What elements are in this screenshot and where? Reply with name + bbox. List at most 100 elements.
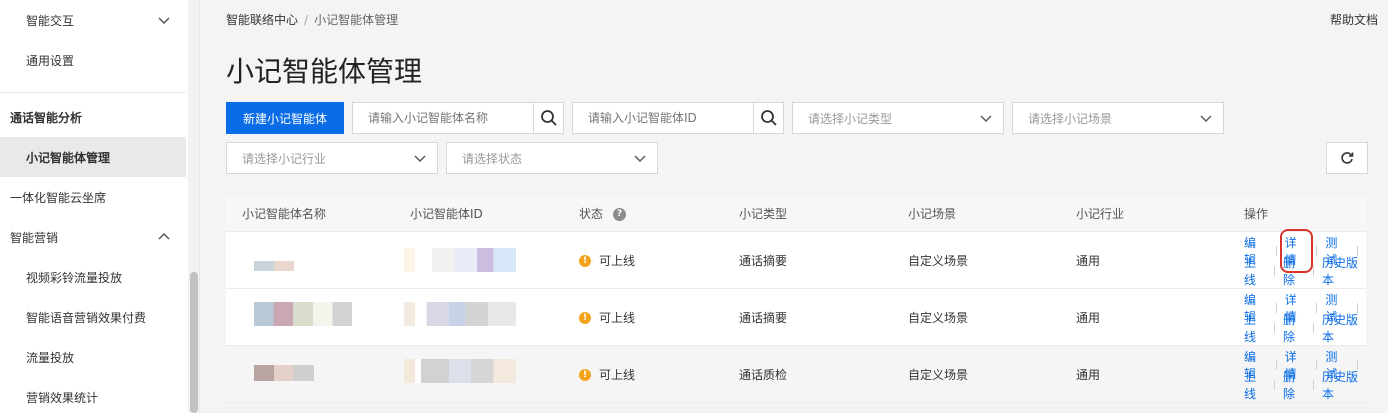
sidebar-group-call-analysis[interactable]: 通话智能分析 — [0, 97, 186, 137]
industry-select[interactable]: 请选择小记行业 — [226, 142, 438, 174]
delete-link[interactable]: 删除 — [1283, 311, 1305, 345]
refresh-icon — [1341, 152, 1354, 164]
online-link[interactable]: 上线 — [1244, 254, 1266, 288]
redacted-id — [404, 302, 516, 326]
column-header-industry: 小记行业 — [1076, 207, 1125, 221]
divider — [1275, 246, 1277, 256]
column-header-name: 小记智能体名称 — [242, 207, 327, 221]
sidebar-item-label: 营销效果统计 — [26, 390, 99, 405]
sidebar-item-cloud-seat[interactable]: 一体化智能云坐席 — [0, 177, 186, 217]
column-header-scene: 小记场景 — [908, 207, 957, 221]
sidebar-scrollbar-thumb[interactable] — [190, 272, 198, 413]
column-header-id: 小记智能体ID — [410, 207, 483, 221]
sidebar-item-marketing-stats[interactable]: 营销效果统计 — [0, 377, 186, 413]
main-content: 智能联络中心 / 小记智能体管理 帮助文档 小记智能体管理 新建小记智能体 请选… — [200, 0, 1388, 413]
delete-link[interactable]: 删除 — [1283, 254, 1305, 288]
status-cell: ! 可上线 — [579, 346, 635, 403]
warning-icon: ! — [579, 311, 591, 324]
divider — [1316, 360, 1318, 370]
sidebar-item-video-ringtone[interactable]: 视频彩铃流量投放 — [0, 257, 186, 297]
chevron-down-icon — [158, 17, 170, 25]
chevron-down-icon — [414, 155, 426, 162]
sidebar-item-voice-marketing[interactable]: 智能语音营销效果付费 — [0, 297, 186, 337]
delete-link[interactable]: 删除 — [1283, 368, 1305, 402]
status-text: 可上线 — [599, 368, 636, 382]
sidebar-item-smart-marketing[interactable]: 智能营销 — [0, 217, 186, 257]
sidebar-item-agent-management[interactable]: 小记智能体管理 — [0, 137, 186, 177]
divider — [1313, 323, 1314, 333]
scene-cell: 自定义场景 — [908, 311, 969, 325]
sidebar-item-label: 小记智能体管理 — [26, 150, 111, 165]
scene-select[interactable]: 请选择小记场景 — [1012, 102, 1224, 134]
id-search-button[interactable] — [753, 103, 783, 133]
id-search-box — [572, 102, 784, 134]
redacted-id — [404, 359, 516, 383]
table-row: ! 可上线 通话摘要 自定义场景 通用 编辑 详情 测试 上线 删除 历史版本 — [226, 229, 1366, 289]
question-icon[interactable]: ? — [613, 208, 627, 221]
sidebar-item-label: 智能交互 — [26, 13, 75, 28]
status-text: 可上线 — [599, 311, 636, 325]
column-header-actions: 操作 — [1244, 207, 1269, 221]
scene-select-value: 请选择小记场景 — [1028, 111, 1113, 126]
refresh-button[interactable] — [1326, 142, 1368, 174]
divider — [1275, 303, 1277, 313]
agents-table: 小记智能体名称 小记智能体ID 状态? 小记类型 小记场景 小记行业 操作 ! 可… — [226, 197, 1366, 403]
divider — [1313, 266, 1314, 276]
chevron-down-icon — [980, 115, 992, 122]
column-header-type: 小记类型 — [739, 207, 788, 221]
online-link[interactable]: 上线 — [1244, 311, 1266, 345]
type-select-value: 请选择小记类型 — [808, 111, 893, 126]
chevron-down-icon — [1200, 115, 1212, 122]
scene-cell: 自定义场景 — [908, 254, 969, 268]
table-header: 小记智能体名称 小记智能体ID 状态? 小记类型 小记场景 小记行业 操作 — [226, 197, 1366, 232]
redacted-id — [404, 248, 516, 272]
breadcrumb: 智能联络中心 / 小记智能体管理 — [226, 11, 398, 28]
industry-cell: 通用 — [1076, 311, 1101, 325]
chevron-up-icon — [158, 232, 170, 240]
divider — [1275, 360, 1277, 370]
sidebar-item-label: 通话智能分析 — [10, 110, 83, 125]
sidebar-item-traffic[interactable]: 流量投放 — [0, 337, 186, 377]
row-actions: 编辑 详情 测试 上线 删除 历史版本 — [1244, 350, 1366, 401]
sidebar-item-label: 智能语音营销效果付费 — [26, 310, 147, 325]
divider — [1274, 380, 1275, 390]
table-row: ! 可上线 通话摘要 自定义场景 通用 编辑 详情 测试 上线 删除 历史版本 — [226, 289, 1366, 346]
row-actions: 编辑 详情 测试 上线 删除 历史版本 — [1244, 229, 1366, 287]
divider — [1274, 266, 1275, 276]
id-search-input[interactable] — [573, 103, 753, 133]
type-cell: 通话摘要 — [739, 254, 788, 268]
status-select[interactable]: 请选择状态 — [446, 142, 658, 174]
sidebar-item-label: 一体化智能云坐席 — [10, 190, 107, 205]
industry-cell: 通用 — [1076, 254, 1101, 268]
sidebar-item-label: 智能营销 — [10, 230, 59, 245]
status-select-value: 请选择状态 — [462, 151, 523, 166]
industry-cell: 通用 — [1076, 368, 1101, 382]
chevron-down-icon — [634, 155, 646, 162]
sidebar-item-smart-interaction[interactable]: 智能交互 — [0, 0, 186, 40]
help-docs-link[interactable]: 帮助文档 — [1330, 11, 1378, 28]
online-link[interactable]: 上线 — [1244, 368, 1266, 402]
history-link[interactable]: 历史版本 — [1322, 254, 1366, 288]
create-agent-button[interactable]: 新建小记智能体 — [226, 102, 344, 134]
divider — [1316, 303, 1318, 313]
status-cell: ! 可上线 — [579, 232, 635, 289]
warning-icon: ! — [579, 254, 591, 267]
history-link[interactable]: 历史版本 — [1322, 311, 1366, 345]
type-select[interactable]: 请选择小记类型 — [792, 102, 1004, 134]
type-cell: 通话质检 — [739, 368, 788, 382]
name-search-input[interactable] — [353, 103, 533, 133]
row-actions: 编辑 详情 测试 上线 删除 历史版本 — [1244, 293, 1366, 344]
status-text: 可上线 — [599, 254, 636, 268]
sidebar-item-general-settings[interactable]: 通用设置 — [0, 40, 186, 80]
sidebar-item-label: 流量投放 — [26, 350, 75, 365]
divider — [1274, 323, 1275, 333]
column-header-status-label: 状态 — [579, 207, 604, 221]
redacted-name — [254, 261, 294, 271]
sidebar: 智能交互 通用设置 通话智能分析 小记智能体管理 一体化智能云坐席 智能营销 视… — [0, 0, 200, 413]
breadcrumb-root[interactable]: 智能联络中心 — [226, 11, 298, 28]
scene-cell: 自定义场景 — [908, 368, 969, 382]
history-link[interactable]: 历史版本 — [1322, 368, 1366, 402]
name-search-button[interactable] — [533, 103, 563, 133]
sidebar-item-label: 视频彩铃流量投放 — [26, 270, 123, 285]
breadcrumb-separator: / — [304, 12, 309, 27]
